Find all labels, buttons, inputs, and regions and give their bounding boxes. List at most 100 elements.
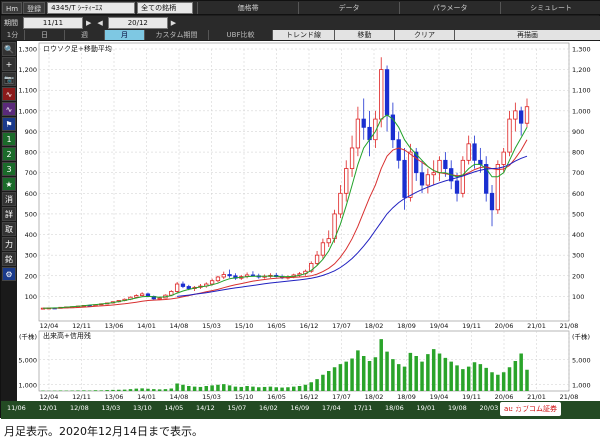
volume-bar	[449, 361, 453, 391]
volume-x-tick-label: 19/11	[462, 393, 481, 401]
timeline-label: 20/10	[511, 404, 530, 412]
num-3-icon[interactable]: 3	[2, 162, 16, 176]
num-2-icon[interactable]: 2	[2, 147, 16, 161]
volume-bar	[443, 357, 448, 391]
arrow-right-end-icon[interactable]: ▶	[168, 19, 179, 27]
volume-bar	[93, 390, 98, 391]
fetch-icon[interactable]: 取	[2, 222, 16, 236]
x-tick-label: 17/07	[332, 322, 351, 330]
volume-bar	[117, 389, 121, 391]
volume-bar	[105, 390, 109, 391]
arrow-left-icon[interactable]: ◀	[94, 19, 105, 27]
timeline-scrollbar[interactable]: au カブコム証券 11/06 12/01 12/08 13/03 13/10 14/05…	[1, 401, 600, 419]
y-tick-label: 900	[572, 128, 584, 136]
volume-bar	[128, 389, 133, 391]
tab-daily[interactable]: 日	[25, 30, 65, 40]
tab-ubf-compare[interactable]: UBF比較	[209, 30, 273, 40]
price-chart-title: ロウソク足+移動平均	[43, 44, 112, 53]
candle-body	[437, 159, 442, 174]
volume-bar	[396, 364, 401, 391]
clear-button[interactable]: クリア	[395, 30, 455, 40]
candle-body	[157, 297, 162, 300]
price-y-axis-left: 100 200 300 400 500 600 700 800 900 1,000 1,100 1,2…	[18, 46, 37, 301]
timeline-label: 17/04	[322, 404, 341, 412]
top-toolbar: Hm 登録 4345/T ｼｰﾃｨｰｴｽ 全ての銘柄 価格帯 データ パラメータ…	[1, 1, 600, 15]
tab-monthly[interactable]: 月	[105, 30, 145, 40]
stock-group-select[interactable]: 全ての銘柄	[137, 1, 194, 14]
volume-bar	[326, 371, 331, 391]
volume-bar	[257, 387, 261, 391]
section-price-range[interactable]: 価格帯	[197, 1, 298, 14]
timeline-label: 16/09	[290, 404, 310, 412]
volume-bar	[519, 353, 523, 391]
y-tick-label: 300	[25, 252, 37, 260]
gear-icon[interactable]: ⚙	[2, 267, 16, 281]
volume-bar	[490, 372, 494, 391]
y-tick-label: 1,300	[572, 46, 591, 54]
volume-bar	[420, 361, 424, 391]
trendline-button[interactable]: トレンド線	[273, 30, 335, 40]
section-parameters[interactable]: パラメータ	[399, 1, 500, 14]
candle-body	[478, 159, 483, 165]
candle-body	[320, 242, 326, 256]
chart-purple-icon[interactable]: ∿	[2, 102, 16, 116]
erase-icon[interactable]: 消	[2, 192, 16, 206]
num-1-icon[interactable]: 1	[2, 132, 16, 146]
volume-bar	[455, 365, 459, 391]
section-data[interactable]: データ	[298, 1, 399, 14]
timeline-label: 16/02	[259, 404, 278, 412]
volume-bar	[356, 350, 360, 391]
y-tick-label: 800	[572, 149, 584, 157]
chart-svg: ロウソク足+移動平均 100 200 300 400 500 600 700 800 900 1,…	[18, 42, 591, 401]
timeline-label: 17/11	[353, 404, 373, 412]
volume-bar	[344, 361, 348, 391]
volume-bar	[461, 369, 465, 391]
tab-custom-period[interactable]: カスタム期間	[145, 30, 209, 40]
redraw-button[interactable]: 再描画	[455, 30, 600, 40]
tab-weekly[interactable]: 週	[65, 30, 105, 40]
volume-x-tick-label: 18/09	[397, 393, 416, 401]
volume-bar	[204, 386, 209, 391]
force-icon[interactable]: 力	[2, 237, 16, 251]
candle-body	[227, 274, 232, 277]
star-icon[interactable]: ★	[2, 177, 16, 191]
volume-bar	[484, 367, 488, 391]
volume-bar	[379, 339, 383, 391]
chart-red-icon[interactable]: ∿	[2, 87, 16, 101]
chart-panel: ロウソク足+移動平均 100 200 300 400 500 600 700 800 900 1,…	[17, 41, 600, 401]
candle-body	[384, 69, 390, 116]
volume-bar	[472, 362, 477, 391]
period-to-field[interactable]: 20/12	[107, 17, 168, 29]
period-from-field[interactable]: 11/11	[23, 17, 83, 29]
plus-icon[interactable]: +	[2, 57, 16, 71]
volume-bar	[367, 361, 372, 391]
volume-x-axis: 12/04 12/11 13/06 14/01 14/08 15/03 15/10 16/05…	[40, 393, 579, 401]
tab-1min[interactable]: 1分	[1, 30, 25, 40]
camera-icon[interactable]: 📷	[2, 72, 16, 86]
timeline-label: 20/03	[479, 404, 499, 412]
move-button[interactable]: 移動	[335, 30, 395, 40]
volume-bar	[82, 390, 86, 391]
y-tick-label: 600	[572, 190, 584, 198]
timeline-label: 18/06	[385, 404, 404, 412]
volume-bar	[76, 390, 80, 391]
timeline-label: 19/08	[448, 404, 467, 412]
flag-icon[interactable]: ⚑	[2, 117, 16, 131]
y-tick-label: 700	[25, 169, 37, 177]
volume-x-tick-label: 16/12	[300, 393, 319, 401]
search-icon[interactable]: 🔍	[2, 42, 16, 56]
volume-bar	[478, 364, 483, 391]
x-tick-label: 19/04	[430, 322, 449, 330]
section-simulate[interactable]: シミュレート	[500, 1, 600, 14]
brand-logo: au カブコム証券	[500, 402, 561, 416]
detail-icon[interactable]: 詳	[2, 207, 16, 221]
volume-bar	[268, 386, 273, 391]
volume-bar	[140, 388, 144, 391]
stock-code-field[interactable]: 4345/T ｼｰﾃｨｰｴｽ	[47, 1, 136, 14]
favorite-button[interactable]: 登録	[23, 1, 46, 14]
candle-body	[501, 151, 506, 165]
home-button[interactable]: Hm	[2, 1, 23, 14]
volume-bar	[198, 386, 203, 391]
stock-icon[interactable]: 銘	[2, 252, 16, 266]
arrow-right-icon[interactable]: ▶	[83, 19, 94, 27]
